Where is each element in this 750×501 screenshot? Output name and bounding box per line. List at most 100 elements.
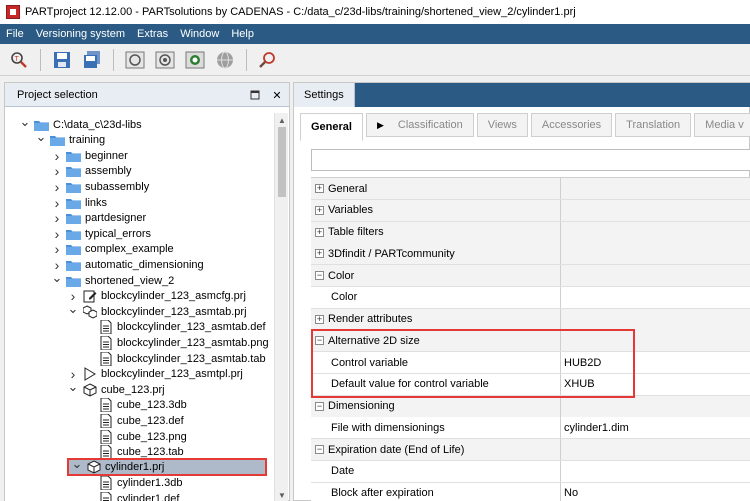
settings-row-value[interactable] [561, 286, 750, 308]
chevron-down-icon[interactable]: ⌄ [71, 456, 83, 471]
folder-icon [66, 243, 81, 256]
tree-item[interactable]: ⌄ blockcylinder_123_asmtab.prj [67, 301, 247, 319]
chevron-right-icon[interactable]: › [51, 179, 63, 195]
chevron-down-icon[interactable]: ⌄ [35, 129, 47, 144]
tree-item[interactable]: › assembly [51, 163, 132, 179]
chevron-right-icon[interactable]: › [51, 210, 63, 226]
toolbar-separator [113, 48, 114, 71]
settings-row[interactable]: + General [311, 178, 750, 200]
tree-item[interactable]: cylinder1.3db [83, 476, 182, 491]
settings-row[interactable]: Color [311, 286, 750, 309]
folder-icon [66, 165, 81, 178]
expand-icon[interactable]: + [315, 249, 324, 259]
settings-row-label-cell: File with dimensionings [311, 417, 561, 439]
tab-classification[interactable]: ▶ Classification [365, 113, 474, 137]
asmcfg-icon [82, 290, 97, 303]
tree-item[interactable]: › subassembly [51, 179, 150, 195]
tab-general[interactable]: General [300, 113, 363, 141]
chevron-down-icon[interactable]: ⌄ [67, 379, 79, 394]
tree-item[interactable]: blockcylinder_123_asmtab.png [83, 335, 269, 350]
settings-row-value[interactable] [561, 460, 750, 482]
expand-icon[interactable]: + [315, 227, 324, 237]
chevron-right-icon[interactable]: › [51, 226, 63, 242]
tree-item[interactable]: cube_123.png [83, 429, 187, 444]
tree-item[interactable]: cube_123.def [83, 413, 184, 428]
save-all-icon[interactable] [79, 47, 105, 73]
tree-item[interactable]: › complex_example [51, 241, 174, 257]
menu-file[interactable]: File [0, 28, 30, 40]
tab-translation[interactable]: Translation [615, 113, 692, 137]
menu-versioning-system[interactable]: Versioning system [30, 28, 131, 40]
tree-scrollbar[interactable]: ▲ ▼ [274, 113, 288, 501]
menu-help[interactable]: Help [225, 28, 260, 40]
settings-row[interactable]: + Render attributes [311, 308, 750, 331]
expand-icon[interactable]: + [315, 205, 324, 215]
tree-item[interactable]: › partdesigner [51, 210, 147, 226]
tree-item[interactable]: cylinder1.def [83, 491, 179, 501]
settings-row[interactable]: Date [311, 460, 750, 483]
chevron-right-icon[interactable]: › [51, 195, 63, 211]
tree-item[interactable]: › blockcylinder_123_asmcfg.prj [67, 288, 246, 304]
chevron-down-icon[interactable]: ⌄ [67, 301, 79, 316]
settings-row[interactable]: File with dimensionings cylinder1.dim [311, 417, 750, 440]
settings-row[interactable]: − Dimensioning [311, 395, 750, 418]
tree-item[interactable]: ⌄ cylinder1.prj [67, 456, 267, 477]
settings-row[interactable]: +3Dfindit / PARTcommunity [311, 243, 750, 266]
collapse-icon[interactable]: − [315, 401, 324, 411]
expand-icon[interactable]: + [315, 314, 324, 324]
checkout-icon[interactable] [152, 47, 178, 73]
close-icon[interactable]: ✕ [269, 87, 285, 103]
find-icon[interactable] [255, 47, 281, 73]
settings-row-value[interactable]: No [561, 482, 750, 501]
menu-bar: File Versioning system Extras Window Hel… [0, 24, 750, 44]
tree-item-label: blockcylinder_123_asmtpl.prj [101, 368, 243, 381]
chevron-down-icon[interactable]: ⌄ [51, 270, 63, 285]
settings-row[interactable]: + Variables [311, 199, 750, 222]
tab-views[interactable]: Views [476, 113, 528, 137]
tree-item[interactable]: cube_123.3db [83, 398, 187, 413]
scroll-down-icon[interactable]: ▼ [275, 489, 289, 501]
settings-row[interactable]: − Color [311, 265, 750, 287]
tree-item[interactable]: › beginner [51, 148, 128, 164]
menu-extras[interactable]: Extras [131, 28, 174, 40]
project-tree: ⌄ C:\data_c\23d-libs ⌄ training › beginner › as… [5, 113, 275, 501]
tree-item[interactable]: blockcylinder_123_asmtab.def [83, 320, 266, 335]
tree-item[interactable]: › typical_errors [51, 226, 151, 242]
checkin-icon[interactable] [122, 47, 148, 73]
chevron-right-icon[interactable]: › [51, 163, 63, 179]
globe-icon[interactable] [212, 47, 238, 73]
chevron-right-icon[interactable]: › [51, 148, 63, 164]
collapse-icon[interactable]: − [315, 271, 324, 280]
tree-item-label: cylinder1.3db [117, 477, 183, 490]
settings-search-input[interactable] [311, 149, 750, 171]
tree-item[interactable]: ⌄ training [35, 129, 105, 148]
settings-row-value[interactable]: cylinder1.dim [561, 417, 750, 439]
save-icon[interactable] [49, 47, 75, 73]
collapse-icon[interactable]: − [315, 445, 324, 454]
scroll-up-icon[interactable]: ▲ [275, 114, 289, 126]
tree-item[interactable]: ⌄ shortened_view_2 [51, 270, 174, 288]
tree-item[interactable]: › automatic_dimensioning [51, 257, 204, 273]
tree-item[interactable]: blockcylinder_123_asmtab.tab [83, 351, 266, 366]
settings-row[interactable]: − Expiration date (End of Life) [311, 439, 750, 461]
sync-icon[interactable] [182, 47, 208, 73]
maximize-icon[interactable] [247, 87, 263, 103]
tree-item[interactable]: › blockcylinder_123_asmtpl.prj [67, 366, 243, 382]
chevron-right-icon[interactable]: › [51, 241, 63, 257]
menu-window[interactable]: Window [174, 28, 225, 40]
tree-item[interactable]: ⌄ cube_123.prj [67, 379, 165, 397]
tab-media[interactable]: Media v [694, 113, 750, 137]
settings-row-value [561, 439, 750, 460]
search-part-icon[interactable]: T [6, 47, 32, 73]
settings-row[interactable]: + Table filters [311, 221, 750, 244]
settings-panel-tab[interactable]: Settings [294, 83, 355, 107]
tree-item[interactable]: › links [51, 195, 107, 211]
tab-accessories[interactable]: Accessories [530, 113, 613, 137]
chevron-down-icon[interactable]: ⌄ [19, 114, 31, 129]
expand-icon[interactable]: + [315, 184, 324, 193]
folder-icon [66, 149, 81, 162]
scroll-thumb[interactable] [278, 127, 286, 197]
settings-row[interactable]: Block after expiration No [311, 482, 750, 501]
